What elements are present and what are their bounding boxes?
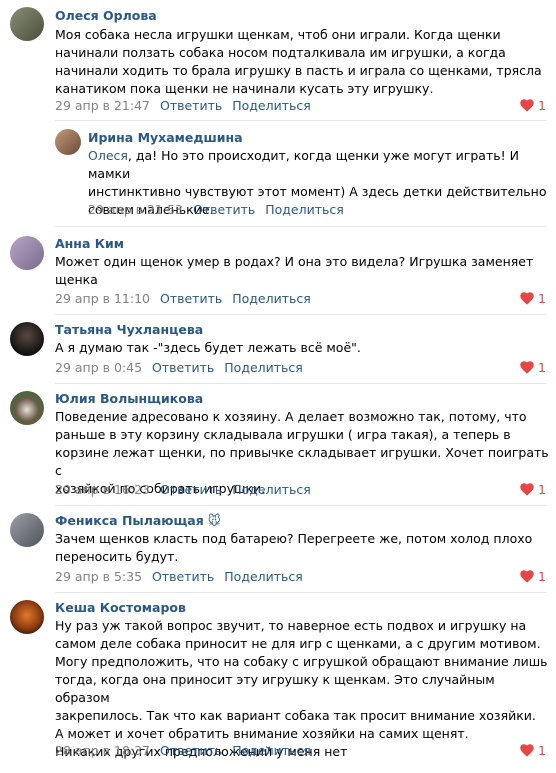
divider <box>55 226 546 227</box>
comment-text: А я думаю так -"здесь будет лежать всё м… <box>55 340 361 355</box>
avatar[interactable] <box>10 391 44 425</box>
like-button[interactable]: 1 <box>520 482 546 498</box>
divider <box>55 505 546 506</box>
like-button[interactable]: 1 <box>520 360 546 376</box>
author-name[interactable]: Юлия Волынщикова <box>55 391 203 407</box>
heart-icon <box>520 99 534 112</box>
mouse-icon: 🐭 <box>207 513 221 528</box>
reply-link[interactable]: Ответить <box>152 569 214 584</box>
heart-icon <box>520 570 534 583</box>
comment-date[interactable]: 29 апр в 21:53 <box>88 202 183 217</box>
comment-date[interactable]: 28 апр в 18:37 <box>55 743 150 758</box>
comment-meta: 29 апр в 16:23 Ответить Поделиться <box>55 482 321 498</box>
heart-icon <box>520 744 534 757</box>
heart-icon <box>520 292 534 305</box>
share-link[interactable]: Поделиться <box>224 360 303 375</box>
comment-text: Может один щенок умер в родах? И она это… <box>55 254 534 287</box>
share-link[interactable]: Поделиться <box>224 569 303 584</box>
comment-date[interactable]: 29 апр в 0:45 <box>55 360 142 375</box>
avatar[interactable] <box>10 513 44 547</box>
like-count: 1 <box>538 291 546 306</box>
heart-icon <box>520 361 534 374</box>
author-name[interactable]: Ирина Мухамедшина <box>88 130 243 146</box>
comment-meta: 29 апр в 21:53 Ответить Поделиться <box>88 202 354 218</box>
like-count: 1 <box>538 569 546 584</box>
author-name[interactable]: Олеся Орлова <box>55 8 157 24</box>
comment-text: Ну раз уж такой вопрос звучит, то наверн… <box>55 618 548 759</box>
author-name[interactable]: Феникса Пылающая 🐭 <box>55 513 221 529</box>
like-button[interactable]: 1 <box>520 98 546 114</box>
comment-meta: 29 апр в 0:45 Ответить Поделиться <box>55 360 313 376</box>
avatar[interactable] <box>10 236 44 270</box>
reply-link[interactable]: Ответить <box>160 98 222 113</box>
author-name-text: Феникса Пылающая <box>55 513 204 528</box>
like-button[interactable]: 1 <box>520 743 546 759</box>
like-count: 1 <box>538 743 546 758</box>
avatar[interactable] <box>10 7 44 41</box>
comment-date[interactable]: 29 апр в 11:10 <box>55 291 150 306</box>
comment-text: Моя собака несла игрушки щенкам, чтоб он… <box>55 27 542 96</box>
like-count: 1 <box>538 360 546 375</box>
reply-link[interactable]: Ответить <box>152 360 214 375</box>
avatar[interactable] <box>10 322 44 356</box>
comment-date[interactable]: 29 апр в 5:35 <box>55 569 142 584</box>
reply-link[interactable]: Ответить <box>160 291 222 306</box>
comment-meta: 29 апр в 11:10 Ответить Поделиться <box>55 291 321 307</box>
heart-icon <box>520 483 534 496</box>
comment-meta: 28 апр в 18:37 Ответить Поделиться <box>55 743 321 759</box>
reply-link[interactable]: Ответить <box>160 743 222 758</box>
share-link[interactable]: Поделиться <box>232 482 311 497</box>
comment-text: Зачем щенков класть под батарею? Перегре… <box>55 531 533 564</box>
author-name[interactable]: Татьяна Чухланцева <box>55 322 203 338</box>
like-button[interactable]: 1 <box>520 569 546 585</box>
like-count: 1 <box>538 482 546 497</box>
like-count: 1 <box>538 98 546 113</box>
comment-date[interactable]: 29 апр в 21:47 <box>55 98 150 113</box>
reply-link[interactable]: Ответить <box>193 202 255 217</box>
mention-link[interactable]: Олеся <box>88 148 128 163</box>
comment-meta: 29 апр в 5:35 Ответить Поделиться <box>55 569 313 585</box>
comment-meta: 29 апр в 21:47 Ответить Поделиться <box>55 98 321 114</box>
share-link[interactable]: Поделиться <box>232 743 311 758</box>
author-name[interactable]: Анна Ким <box>55 236 124 252</box>
comment-date[interactable]: 29 апр в 16:23 <box>55 482 150 497</box>
author-name[interactable]: Кеша Костомаров <box>55 600 186 616</box>
share-link[interactable]: Поделиться <box>232 291 311 306</box>
avatar[interactable] <box>55 129 81 155</box>
share-link[interactable]: Поделиться <box>232 98 311 113</box>
divider <box>55 314 546 315</box>
divider <box>55 383 546 384</box>
divider <box>55 120 546 121</box>
share-link[interactable]: Поделиться <box>265 202 344 217</box>
avatar[interactable] <box>10 600 44 634</box>
reply-link[interactable]: Ответить <box>160 482 222 497</box>
like-button[interactable]: 1 <box>520 291 546 307</box>
divider <box>55 592 546 593</box>
